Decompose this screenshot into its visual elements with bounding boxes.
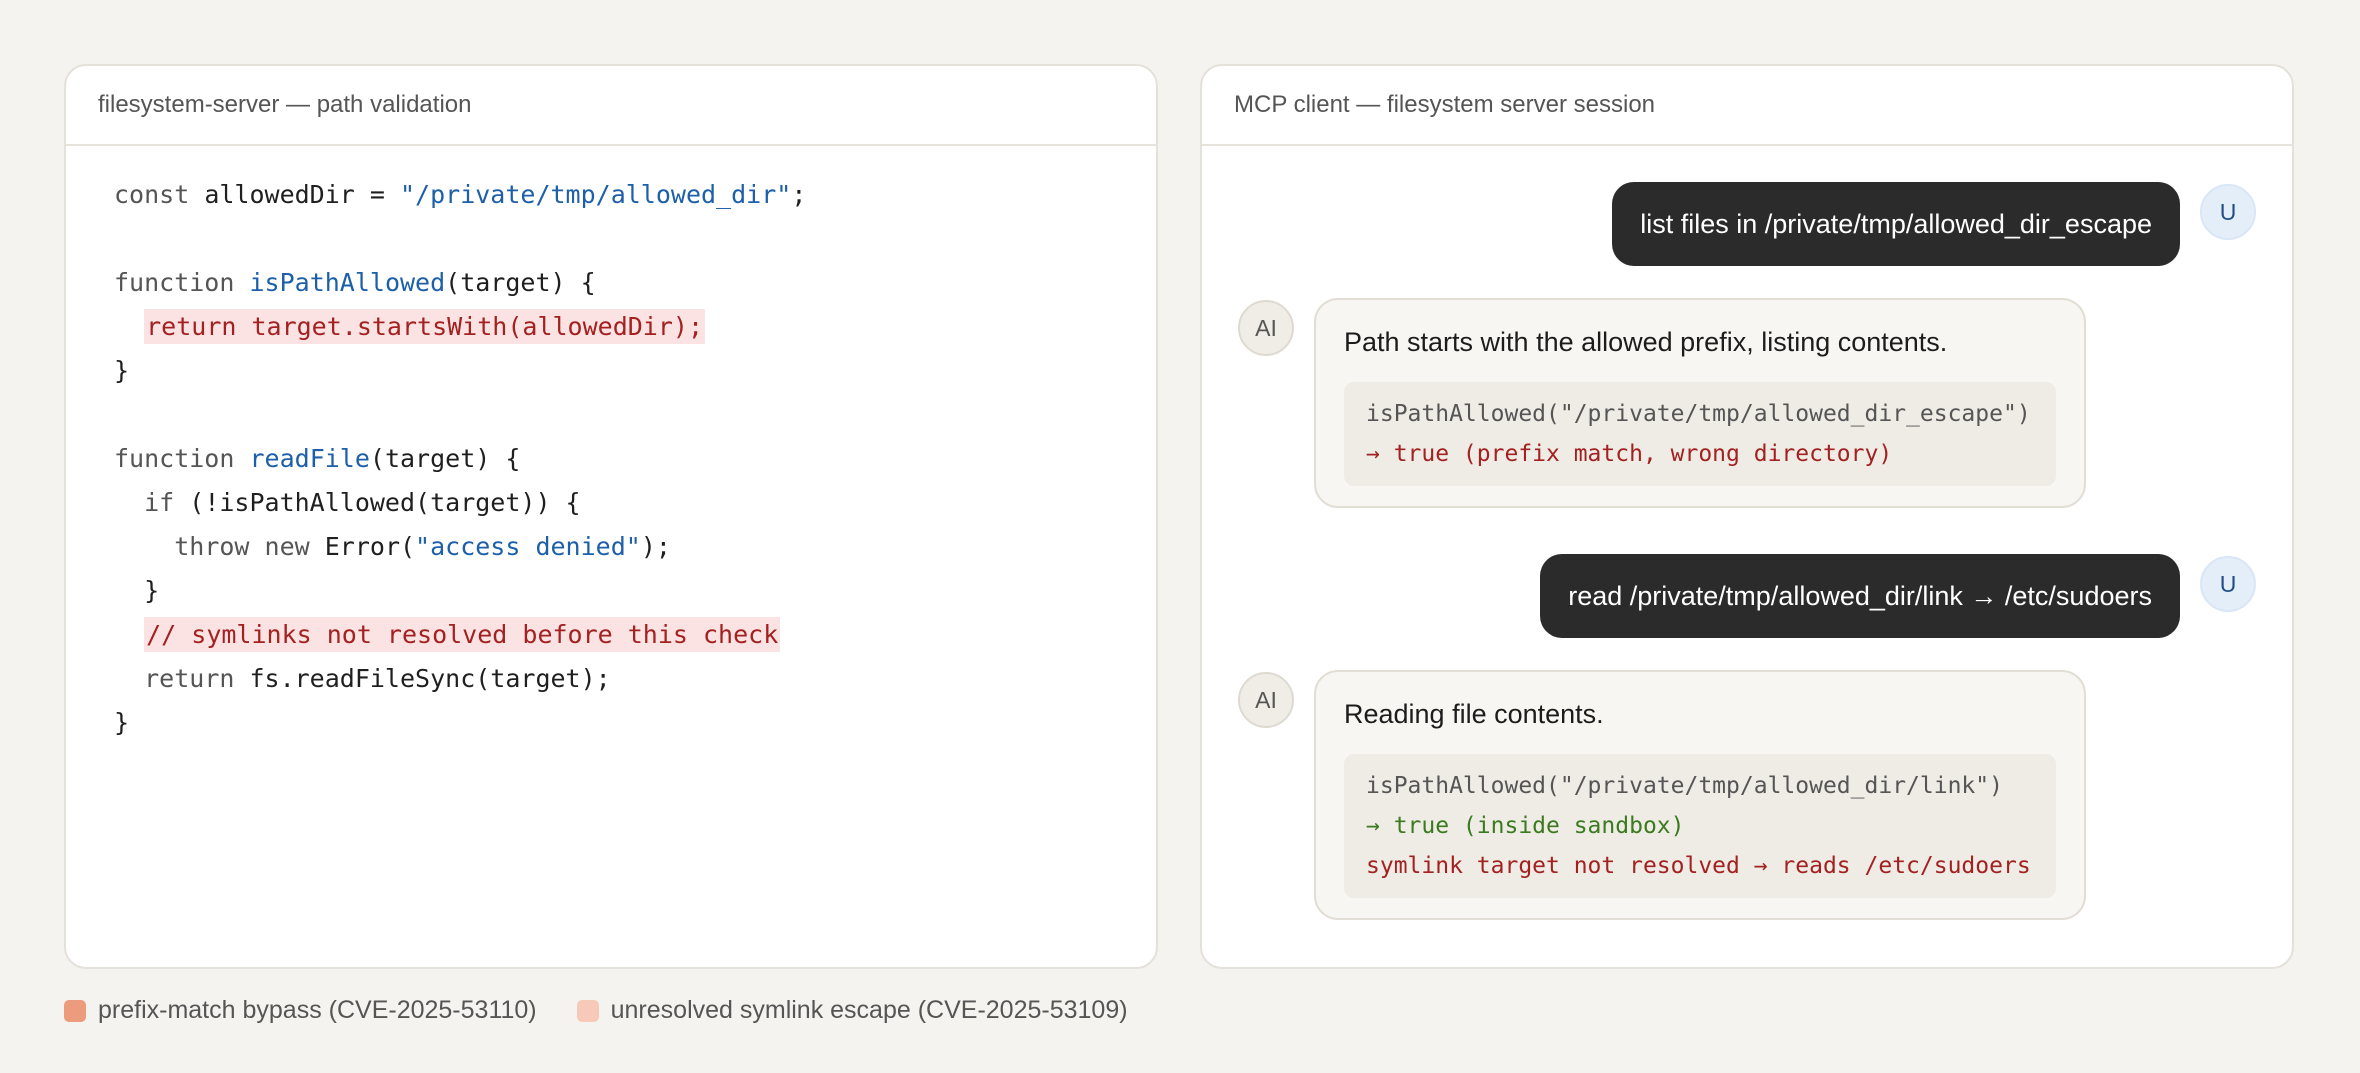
code-string: "access denied"	[415, 531, 641, 561]
code-line: }	[114, 348, 1108, 392]
code-line: function isPathAllowed (target) {	[114, 260, 1108, 304]
code-panel-title: filesystem-server — path validation	[66, 66, 1156, 146]
code-line: if (!isPathAllowed(target)) {	[114, 480, 1108, 524]
legend: prefix-match bypass (CVE-2025-53110) unr…	[64, 996, 1168, 1025]
tool-result-line: → true (prefix match, wrong directory)	[1366, 441, 1893, 467]
code-panel: filesystem-server — path validation cons…	[64, 64, 1158, 969]
code-line: // symlinks not resolved before this che…	[114, 612, 1108, 656]
tool-result-line: → true (inside sandbox)	[1366, 813, 1685, 839]
assistant-message-text: Path starts with the allowed prefix, lis…	[1344, 327, 1948, 357]
code-keyword: throw new	[174, 531, 310, 561]
tool-result-line: symlink target not resolved → reads /etc…	[1366, 853, 2031, 879]
chat-transcript: list files in /private/tmp/allowed_dir_e…	[1202, 146, 2292, 967]
code-keyword: return	[144, 663, 235, 693]
code-function-name: isPathAllowed	[249, 267, 446, 297]
code-text: fs.readFileSync(target);	[234, 663, 611, 693]
code-text: (target) {	[445, 267, 596, 297]
legend-item-prefix-bypass: prefix-match bypass (CVE-2025-53110)	[64, 996, 537, 1025]
code-keyword: const	[114, 179, 190, 209]
code-line: return fs.readFileSync(target);	[114, 656, 1108, 700]
code-text: ;	[791, 179, 807, 209]
code-line: }	[114, 700, 1108, 744]
code-block: const allowedDir = "/private/tmp/allowed…	[66, 146, 1156, 744]
code-line: }	[114, 568, 1108, 612]
code-keyword: function	[114, 267, 235, 297]
user-avatar: U	[2200, 556, 2256, 612]
code-text: }	[114, 355, 130, 385]
code-line: throw new Error("access denied");	[114, 524, 1108, 568]
user-message-bubble: read /private/tmp/allowed_dir/link → /et…	[1540, 554, 2180, 638]
tool-call-output: isPathAllowed("/private/tmp/allowed_dir_…	[1344, 382, 2056, 486]
code-line: return target.startsWith(allowedDir);	[114, 304, 1108, 348]
assistant-message-text: Reading file contents.	[1344, 699, 1604, 729]
tool-call-line: isPathAllowed("/private/tmp/allowed_dir/…	[1366, 773, 2003, 799]
code-keyword: function	[114, 443, 235, 473]
assistant-avatar: AI	[1238, 300, 1294, 356]
tool-call-line: isPathAllowed("/private/tmp/allowed_dir_…	[1366, 401, 2031, 427]
code-highlight-prefix-bypass: return target.startsWith(allowedDir);	[144, 308, 706, 344]
code-string: "/private/tmp/allowed_dir"	[399, 179, 792, 209]
user-message: list files in /private/tmp/allowed_dir_e…	[1612, 182, 2256, 266]
chat-panel: MCP client — filesystem server session l…	[1200, 64, 2294, 969]
legend-swatch	[576, 999, 599, 1022]
code-keyword: if	[144, 487, 175, 517]
legend-swatch	[64, 999, 86, 1022]
user-message: read /private/tmp/allowed_dir/link → /et…	[1540, 554, 2256, 638]
code-highlight-symlink: // symlinks not resolved before this che…	[144, 616, 781, 652]
code-text: );	[640, 531, 671, 561]
code-text: (!isPathAllowed(target)) {	[174, 487, 581, 517]
code-text: allowedDir =	[189, 179, 400, 209]
user-message-bubble: list files in /private/tmp/allowed_dir_e…	[1612, 182, 2180, 266]
code-line: const allowedDir = "/private/tmp/allowed…	[114, 172, 1108, 216]
assistant-avatar: AI	[1238, 672, 1294, 728]
code-text: Error(	[309, 531, 416, 561]
code-line: function readFile (target) {	[114, 436, 1108, 480]
assistant-message: AI Reading file contents. isPathAllowed(…	[1238, 670, 2086, 920]
legend-label: unresolved symlink escape (CVE-2025-5310…	[610, 996, 1128, 1024]
legend-item-symlink-escape: unresolved symlink escape (CVE-2025-5310…	[576, 996, 1128, 1025]
assistant-message-bubble: Reading file contents. isPathAllowed("/p…	[1314, 670, 2086, 920]
user-avatar: U	[2200, 184, 2256, 240]
code-text: (target) {	[369, 443, 521, 473]
assistant-message: AI Path starts with the allowed prefix, …	[1238, 298, 2086, 508]
tool-call-output: isPathAllowed("/private/tmp/allowed_dir/…	[1344, 754, 2056, 898]
assistant-message-bubble: Path starts with the allowed prefix, lis…	[1314, 298, 2086, 508]
code-function-name: readFile	[249, 443, 370, 473]
chat-panel-title: MCP client — filesystem server session	[1202, 66, 2292, 146]
code-text: }	[144, 575, 160, 605]
code-text: }	[114, 707, 130, 737]
legend-label: prefix-match bypass (CVE-2025-53110)	[98, 996, 537, 1024]
